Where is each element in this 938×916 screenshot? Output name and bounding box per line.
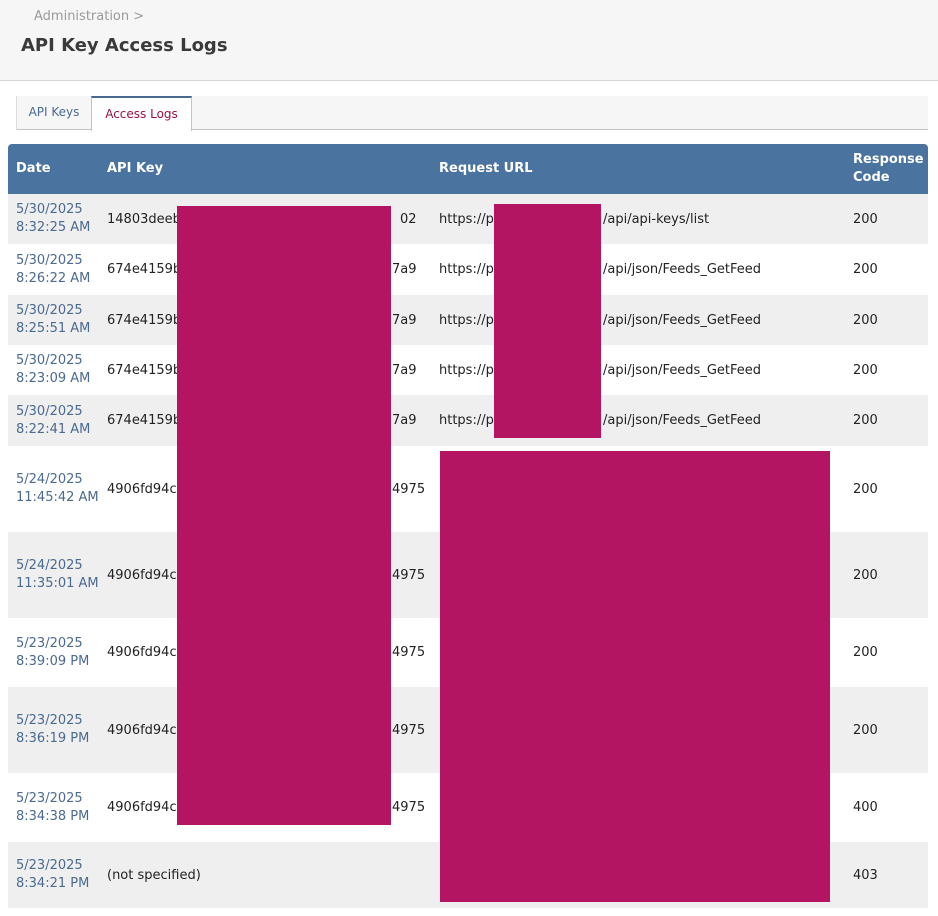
cell-date[interactable]: 5/23/2025 8:36:19 PM — [16, 687, 102, 773]
table-row[interactable]: 5/30/2025 8:32:25 AM 14803deeb 02 https://p /… — [8, 194, 928, 244]
cell-api-key-visible-start: 4906fd94c — [107, 567, 177, 583]
cell-date-time: 11:45:42 AM — [16, 490, 99, 505]
table-row[interactable]: 5/30/2025 8:22:41 AM 674e4159b 7a9 https://p… — [8, 395, 928, 446]
page-header: Administration > API Key Access Logs — [0, 0, 938, 81]
cell-request-url-visible-end: /api/json/Feeds_GetFeed — [603, 312, 762, 328]
cell-api-key-visible-end: 7a9 — [392, 362, 417, 378]
breadcrumb[interactable]: Administration > — [34, 9, 144, 24]
redaction-block-urls — [440, 451, 830, 902]
cell-date-day: 5/23/2025 — [16, 713, 83, 728]
cell-response-code: 200 — [853, 362, 878, 378]
column-header-date[interactable]: Date — [16, 144, 51, 194]
cell-date-day: 5/30/2025 — [16, 403, 83, 419]
cell-request-url-visible-end: /api/json/Feeds_GetFeed — [603, 262, 762, 277]
cell-api-key-visible-start: 14803deeb — [107, 211, 181, 227]
cell-date-time: 8:36:19 PM — [16, 731, 90, 746]
tab-api-keys[interactable]: API Keys — [16, 96, 91, 130]
page-title: API Key Access Logs — [21, 35, 228, 56]
cell-request-url-visible-start: https://p — [439, 362, 494, 378]
cell-date[interactable]: 5/30/2025 8:32:25 AM — [16, 194, 102, 244]
cell-date-day: 5/23/2025 — [16, 858, 83, 873]
table-row[interactable]: 5/30/2025 8:23:09 AM 674e4159b 7a9 https://p… — [8, 345, 928, 395]
cell-response-code: 200 — [853, 567, 878, 583]
cell-response-code: 200 — [853, 312, 878, 328]
cell-date[interactable]: 5/30/2025 8:23:09 AM — [16, 345, 102, 395]
cell-date-day: 5/24/2025 — [16, 558, 83, 573]
cell-api-key-visible-end: 7a9 — [392, 413, 417, 428]
cell-request-url-visible-end: /api/api-keys/list — [603, 211, 710, 227]
cell-response-code: 200 — [853, 481, 878, 497]
cell-date-day: 5/30/2025 — [16, 303, 83, 318]
cell-response-code: 200 — [853, 262, 878, 277]
cell-api-key-visible-start: 4906fd94c — [107, 645, 177, 660]
cell-request-url-visible-start: https://p — [439, 312, 494, 328]
cell-api-key-visible-start: 674e4159b — [107, 413, 182, 428]
cell-api-key-visible-start: 4906fd94c — [107, 481, 177, 497]
cell-api-key-visible-end: 4975 — [392, 722, 426, 738]
tab-bar: API Keys Access Logs — [16, 96, 928, 131]
cell-date-day: 5/30/2025 — [16, 252, 83, 268]
redaction-block-url-host — [494, 204, 601, 438]
cell-date-day: 5/30/2025 — [16, 202, 83, 217]
table-row[interactable]: 5/30/2025 8:26:22 AM 674e4159b 7a9 https://p… — [8, 244, 928, 295]
cell-response-code: 200 — [853, 413, 878, 428]
cell-date-time: 8:22:41 AM — [16, 421, 91, 437]
cell-api-key-visible-end: 4975 — [392, 481, 426, 497]
cell-api-key-visible-start: 4906fd94c — [107, 800, 177, 815]
cell-date-time: 8:23:09 AM — [16, 371, 91, 386]
cell-date-time: 8:34:21 PM — [16, 876, 90, 891]
cell-response-code: 400 — [853, 800, 878, 815]
cell-api-key-visible-end: 7a9 — [392, 262, 417, 277]
cell-date-time: 8:26:22 AM — [16, 270, 91, 286]
column-header-request-url[interactable]: Request URL — [439, 144, 533, 194]
cell-date[interactable]: 5/30/2025 8:22:41 AM — [16, 395, 102, 446]
cell-api-key-visible-end: 02 — [400, 211, 417, 227]
column-header-response-code-line1: Response — [853, 152, 924, 167]
cell-response-code: 200 — [853, 722, 878, 738]
cell-date-time: 8:32:25 AM — [16, 220, 91, 235]
cell-api-key-visible-start: 674e4159b — [107, 362, 182, 378]
cell-api-key-visible-end: 4975 — [392, 800, 426, 815]
cell-request-url-visible-end: /api/json/Feeds_GetFeed — [603, 362, 762, 378]
cell-response-code: 403 — [853, 867, 878, 883]
cell-request-url-visible-start: https://p — [439, 211, 494, 227]
cell-date-day: 5/24/2025 — [16, 472, 83, 487]
cell-response-code: 200 — [853, 211, 878, 227]
cell-response-code: 200 — [853, 645, 878, 660]
cell-date-time: 8:34:38 PM — [16, 808, 90, 824]
cell-date-time: 8:39:09 PM — [16, 653, 90, 669]
cell-date[interactable]: 5/30/2025 8:26:22 AM — [16, 244, 102, 295]
table-row[interactable]: 5/30/2025 8:25:51 AM 674e4159b 7a9 https://p… — [8, 295, 928, 345]
cell-api-key-visible-end: 7a9 — [392, 312, 417, 328]
cell-request-url-visible-end: /api/json/Feeds_GetFeed — [603, 413, 762, 428]
column-header-response-code[interactable]: Response Code — [853, 144, 928, 194]
column-header-api-key[interactable]: API Key — [107, 144, 163, 194]
cell-api-key-visible-end: 4975 — [392, 567, 426, 583]
redaction-block-api-keys — [177, 206, 391, 825]
cell-api-key-visible-start: 4906fd94c — [107, 722, 177, 738]
cell-date-time: 8:25:51 AM — [16, 321, 91, 336]
cell-date[interactable]: 5/24/2025 11:45:42 AM — [16, 446, 102, 532]
cell-date[interactable]: 5/24/2025 11:35:01 AM — [16, 532, 102, 618]
cell-date-day: 5/23/2025 — [16, 635, 83, 651]
cell-api-key: (not specified) — [107, 842, 437, 908]
cell-api-key-visible-start: (not specified) — [107, 867, 201, 883]
cell-request-url-visible-start: https://p — [439, 413, 494, 428]
cell-date-day: 5/23/2025 — [16, 790, 83, 806]
cell-api-key-visible-start: 674e4159b — [107, 312, 182, 328]
cell-date[interactable]: 5/23/2025 8:34:38 PM — [16, 773, 102, 842]
tab-access-logs[interactable]: Access Logs — [91, 96, 192, 131]
cell-request-url-visible-start: https://p — [439, 262, 494, 277]
cell-date[interactable]: 5/30/2025 8:25:51 AM — [16, 295, 102, 345]
table-header: Date API Key Request URL Response Code — [8, 144, 928, 194]
cell-date-time: 11:35:01 AM — [16, 576, 99, 591]
cell-date-day: 5/30/2025 — [16, 353, 83, 368]
cell-api-key-visible-start: 674e4159b — [107, 262, 182, 277]
cell-date[interactable]: 5/23/2025 8:34:21 PM — [16, 842, 102, 908]
cell-date[interactable]: 5/23/2025 8:39:09 PM — [16, 618, 102, 687]
column-header-response-code-line2: Code — [853, 170, 890, 185]
cell-api-key-visible-end: 4975 — [392, 645, 426, 660]
